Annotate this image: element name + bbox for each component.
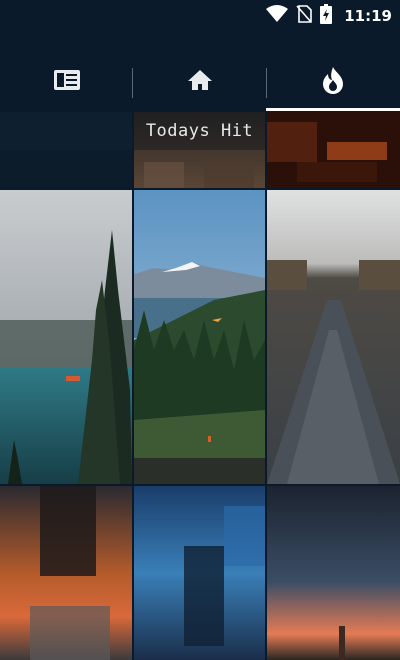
gallery-tile[interactable]	[134, 190, 265, 484]
gallery-tile[interactable]	[0, 112, 132, 188]
gallery-tile[interactable]	[267, 112, 400, 188]
gallery-tile[interactable]	[267, 486, 400, 660]
selected-tab-indicator	[266, 108, 400, 111]
gallery-tile[interactable]	[0, 190, 132, 484]
no-sim-icon	[296, 5, 313, 27]
status-time: 11:19	[344, 7, 392, 25]
tab-feed[interactable]	[0, 54, 133, 110]
flame-icon	[322, 66, 344, 98]
gallery-tile[interactable]	[134, 486, 265, 660]
gallery-tile[interactable]: Todays Hit	[134, 112, 265, 188]
image-grid: Todays Hit	[0, 112, 400, 660]
tab-bar	[0, 32, 400, 112]
home-icon	[187, 69, 213, 95]
gallery-tile[interactable]	[0, 486, 132, 660]
status-bar: 11:19	[0, 0, 400, 32]
gallery-tile[interactable]	[267, 190, 400, 484]
wifi-icon	[266, 5, 289, 27]
tile-caption: Todays Hit	[134, 112, 265, 150]
tab-home[interactable]	[133, 54, 266, 110]
article-icon	[53, 69, 81, 95]
battery-charging-icon	[320, 4, 333, 28]
tab-hot[interactable]	[266, 54, 400, 110]
